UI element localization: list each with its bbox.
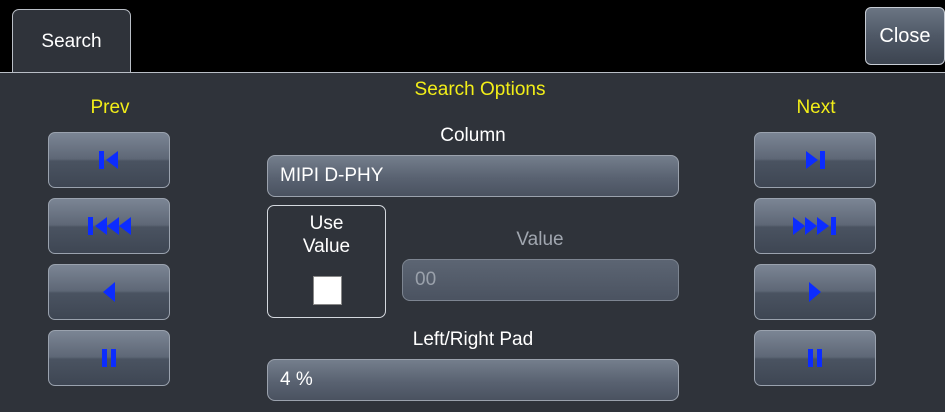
pad-label: Left/Right Pad bbox=[412, 329, 534, 350]
fast-rewind-icon bbox=[88, 217, 131, 235]
step-forward-icon bbox=[809, 282, 821, 302]
skip-to-last-icon bbox=[806, 151, 825, 169]
next-step-button[interactable] bbox=[754, 264, 876, 320]
pad-field[interactable]: 4 % bbox=[267, 359, 679, 401]
prev-first-button[interactable] bbox=[48, 132, 170, 188]
pause-icon bbox=[808, 349, 822, 367]
pause-icon bbox=[102, 349, 116, 367]
skip-to-first-icon bbox=[99, 151, 118, 169]
value-field[interactable]: 00 bbox=[402, 259, 679, 301]
next-last-button[interactable] bbox=[754, 132, 876, 188]
tab-strip: Search Close bbox=[0, 0, 945, 73]
use-value-checkbox[interactable] bbox=[313, 276, 342, 305]
prev-label: Prev bbox=[90, 97, 130, 118]
value-label: Value bbox=[516, 229, 564, 250]
column-dropdown[interactable]: MIPI D-PHY bbox=[267, 155, 679, 197]
close-button[interactable]: Close bbox=[865, 7, 945, 65]
column-label: Column bbox=[440, 125, 506, 146]
section-title: Search Options bbox=[414, 79, 546, 100]
next-fast-button[interactable] bbox=[754, 198, 876, 254]
fast-forward-icon bbox=[793, 217, 836, 235]
prev-pause-button[interactable] bbox=[48, 330, 170, 386]
search-options-panel: Search Options Prev Column MIPI D-PHY Us… bbox=[0, 72, 945, 412]
next-label: Next bbox=[796, 97, 836, 118]
prev-step-button[interactable] bbox=[48, 264, 170, 320]
use-value-group: Use Value bbox=[267, 205, 386, 318]
tab-search[interactable]: Search bbox=[12, 9, 131, 73]
step-back-icon bbox=[103, 282, 115, 302]
prev-fast-button[interactable] bbox=[48, 198, 170, 254]
next-pause-button[interactable] bbox=[754, 330, 876, 386]
use-value-label: Use Value bbox=[302, 213, 351, 257]
